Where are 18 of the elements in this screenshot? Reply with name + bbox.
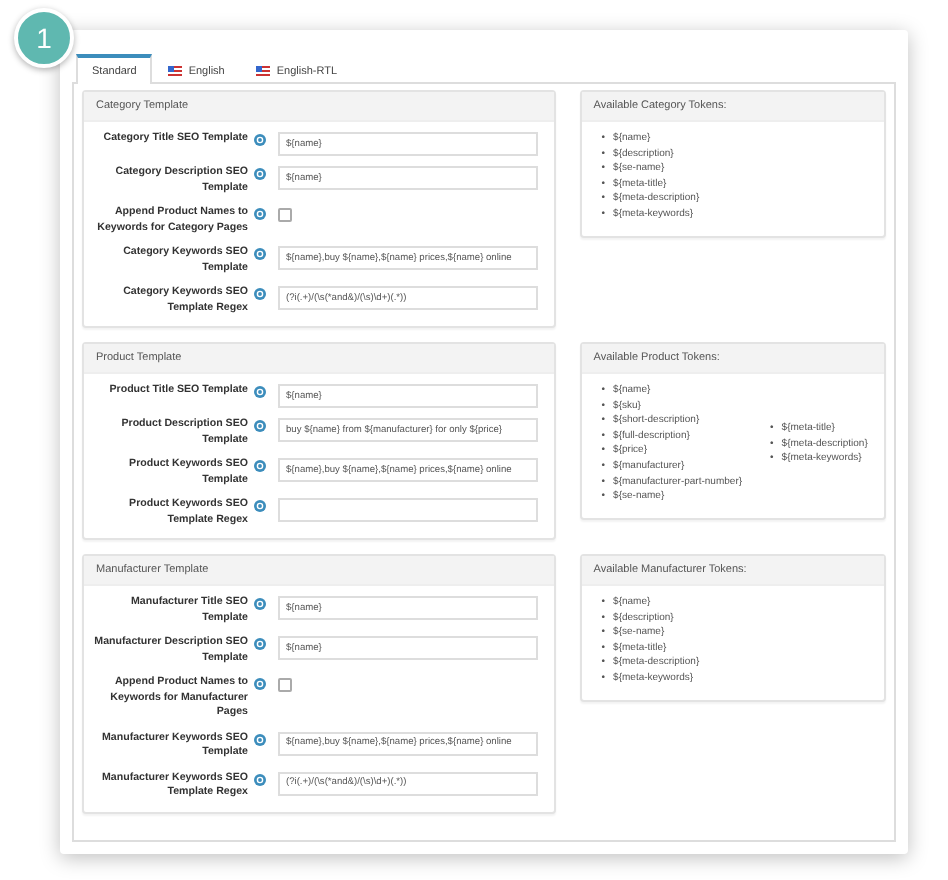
help-icon[interactable] xyxy=(254,638,266,650)
checkbox[interactable] xyxy=(278,678,292,692)
step-number: 1 xyxy=(14,8,74,68)
help-icon[interactable] xyxy=(254,168,266,180)
checkbox[interactable] xyxy=(278,208,292,222)
text-field[interactable] xyxy=(278,498,538,522)
help-icon[interactable] xyxy=(254,460,266,472)
help-icon[interactable] xyxy=(254,678,266,690)
help-icon[interactable] xyxy=(254,500,266,512)
help-icon[interactable] xyxy=(254,598,266,610)
help-icon[interactable] xyxy=(254,248,266,260)
help-icon[interactable] xyxy=(254,420,266,432)
help-icon[interactable] xyxy=(254,288,266,300)
help-icon[interactable] xyxy=(254,733,266,745)
help-icon[interactable] xyxy=(254,208,266,220)
help-icon[interactable] xyxy=(254,134,266,146)
help-icon[interactable] xyxy=(254,773,266,785)
help-icon[interactable] xyxy=(254,386,266,398)
